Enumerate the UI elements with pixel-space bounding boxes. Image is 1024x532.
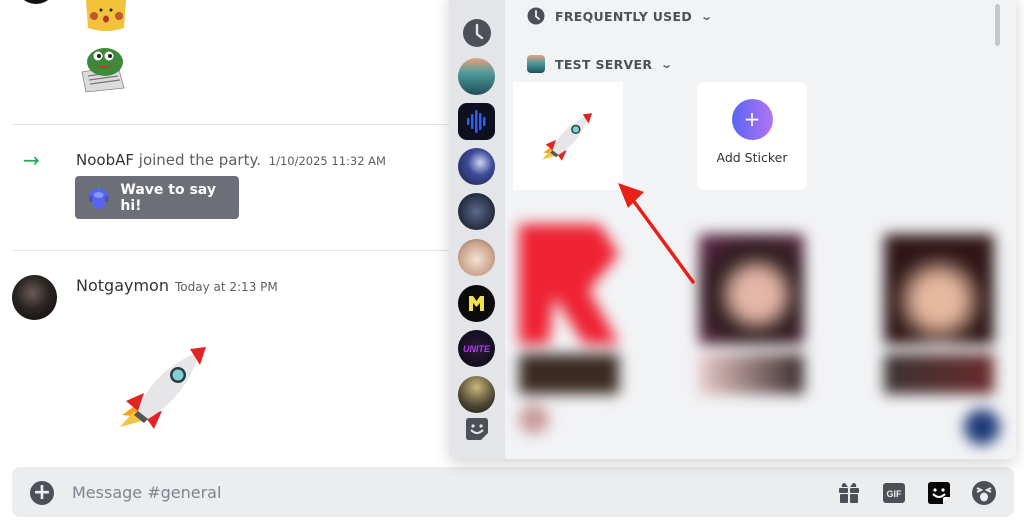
rail-m-server[interactable] (458, 285, 495, 322)
blurred-sticker[interactable] (519, 354, 619, 394)
section-label: FREQUENTLY USED (555, 8, 692, 24)
sticker-icon (928, 482, 950, 504)
server-m-icon (469, 296, 484, 311)
clock-icon (475, 23, 484, 40)
picker-category-rail: UNITE (449, 0, 505, 459)
blurred-sticker[interactable] (884, 234, 994, 344)
rocket-sticker (542, 113, 593, 161)
emoji-button[interactable] (971, 480, 997, 506)
add-sticker-button[interactable]: + Add Sticker (697, 82, 807, 190)
join-text: joined the party. (138, 151, 261, 169)
sticker-tile-rocket[interactable] (513, 82, 623, 190)
blurred-sticker[interactable] (884, 354, 994, 394)
server-unite-icon: UNITE (463, 344, 491, 354)
svg-text:UNITE: UNITE (463, 344, 491, 354)
rail-unite-server[interactable]: UNITE (458, 330, 495, 367)
add-sticker-label: Add Sticker (716, 150, 788, 165)
emoji-icon (972, 481, 996, 505)
rail-audio-server[interactable] (458, 103, 495, 140)
sticker-button[interactable] (926, 480, 952, 506)
chevron-down-icon: ⌄ (660, 57, 674, 71)
pepe-newspaper-sticker[interactable] (78, 44, 130, 94)
sticker-picker: UNITE FREQUENTLY USED ⌄ TEST SERVER ⌄ + … (449, 0, 1016, 459)
section-test-server[interactable]: TEST SERVER ⌄ (527, 55, 674, 73)
message-input[interactable] (72, 477, 772, 507)
gif-icon: GIF (883, 483, 905, 503)
chevron-down-icon: ⌄ (700, 9, 714, 23)
wave-label: Wave to say hi! (120, 181, 216, 214)
blurred-sticker[interactable] (519, 224, 619, 344)
rail-combat-server[interactable] (458, 376, 495, 413)
message-divider (12, 250, 452, 251)
attach-button[interactable]: + (30, 481, 54, 505)
message-header: Notgaymon Today at 2:13 PM (76, 276, 278, 295)
sticker-icon (466, 418, 488, 440)
timestamp[interactable]: 1/10/2025 11:32 AM (269, 154, 386, 168)
wumpus-icon (88, 184, 109, 209)
blurred-sticker[interactable] (699, 354, 804, 394)
rail-test-server[interactable] (458, 58, 495, 95)
clock-icon (527, 7, 545, 25)
timestamp[interactable]: Today at 2:13 PM (175, 280, 278, 294)
rail-anime-server[interactable] (458, 148, 495, 185)
username[interactable]: NoobAF (76, 151, 134, 169)
join-arrow-icon: → (23, 148, 40, 172)
rail-stickers[interactable] (465, 417, 489, 441)
join-message: NoobAF joined the party. 1/10/2025 11:32… (76, 151, 386, 169)
section-frequently-used[interactable]: FREQUENTLY USED ⌄ (527, 7, 714, 25)
blurred-sticker[interactable] (699, 234, 804, 344)
rocket-sticker[interactable] (118, 345, 210, 435)
chat-view: → NoobAF joined the party. 1/10/2025 11:… (0, 0, 1024, 532)
avatar[interactable] (12, 275, 57, 320)
message-divider (12, 124, 452, 125)
username[interactable]: Notgaymon (76, 276, 169, 295)
message-composer: + GIF (12, 467, 1014, 517)
gift-button[interactable] (836, 480, 862, 506)
section-label: TEST SERVER (555, 56, 653, 72)
plus-circle-icon: + (32, 480, 52, 505)
wave-button[interactable]: Wave to say hi! (75, 176, 239, 219)
gift-icon (839, 483, 859, 503)
picker-scrollbar[interactable] (995, 4, 1000, 46)
avatar[interactable] (16, 0, 56, 4)
blurred-stickers (509, 204, 1001, 452)
rail-cat-server[interactable] (458, 239, 495, 276)
svg-text:GIF: GIF (887, 489, 903, 499)
blurred-sticker[interactable] (964, 409, 1000, 445)
server-mountain-icon (527, 55, 545, 73)
rail-cod-zombies-server[interactable] (458, 193, 495, 230)
gif-button[interactable]: GIF (881, 480, 907, 506)
surprised-pikachu-sticker[interactable] (80, 0, 132, 32)
sticker-grid: FREQUENTLY USED ⌄ TEST SERVER ⌄ + Add St… (505, 0, 1004, 459)
plus-icon: + (731, 99, 773, 140)
server-waveform-icon (467, 110, 486, 133)
rail-frequently-used[interactable] (463, 19, 491, 47)
blurred-sticker[interactable] (519, 404, 549, 434)
